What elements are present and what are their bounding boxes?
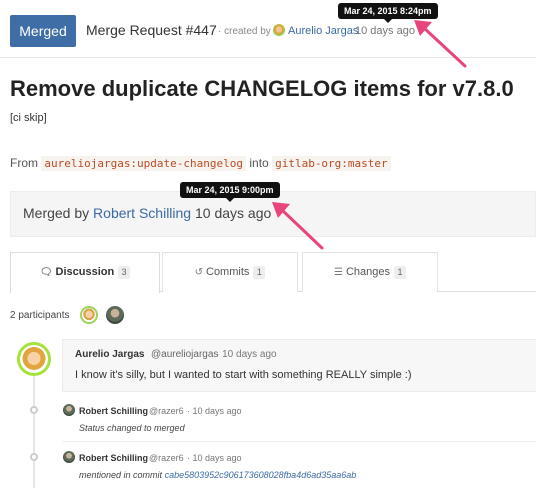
system-note-avatar[interactable] bbox=[63, 404, 75, 416]
note-author-avatar[interactable] bbox=[17, 342, 51, 376]
branch-info: From aureliojargas:update-changelog into… bbox=[10, 156, 391, 171]
system-note-avatar[interactable] bbox=[63, 451, 75, 463]
participant-avatar-aurelio[interactable] bbox=[80, 306, 98, 324]
author-avatar[interactable] bbox=[273, 24, 285, 36]
target-branch: gitlab-org:master bbox=[272, 156, 391, 171]
note-body: I know it's silly, but I wanted to start… bbox=[75, 369, 412, 381]
created-by-label: · created by bbox=[218, 26, 271, 37]
merged-status-text: Merged by Robert Schilling 10 days ago bbox=[23, 205, 271, 221]
system-note-author[interactable]: Robert Schilling bbox=[79, 453, 148, 463]
source-branch: aureliojargas:update-changelog bbox=[41, 156, 247, 171]
system-note-handle[interactable]: @razer6 bbox=[149, 406, 184, 416]
list-icon: ☰ bbox=[333, 267, 343, 278]
comments-icon: 🗨 bbox=[39, 267, 53, 278]
tab-discussion-label: Discussion bbox=[55, 266, 115, 278]
timeline-dot bbox=[30, 406, 38, 414]
system-note-text: Status changed to merged bbox=[79, 423, 185, 433]
tab-changes-label: Changes bbox=[345, 266, 390, 278]
system-note-handle[interactable]: @razer6 bbox=[149, 453, 184, 463]
participants-label: 2 participants bbox=[10, 310, 70, 321]
commit-link[interactable]: cabe5803952c906173608028fba4d6ad35aa6ab bbox=[165, 470, 357, 480]
timeline-line bbox=[33, 370, 35, 488]
merged-by-label: Merged by bbox=[23, 205, 90, 221]
system-note-time[interactable]: · 10 days ago bbox=[187, 453, 242, 463]
note-author[interactable]: Aurelio Jargas bbox=[75, 349, 144, 360]
mr-description: [ci skip] bbox=[10, 112, 47, 124]
author-link[interactable]: Aurelio Jargas bbox=[288, 25, 358, 37]
note-author-handle[interactable]: @aureliojargas bbox=[151, 349, 218, 360]
system-note-divider bbox=[62, 441, 536, 442]
history-icon: ↺ bbox=[194, 267, 203, 278]
system-note-text: mentioned in commit cabe5803952c90617360… bbox=[79, 470, 356, 480]
tab-commits[interactable]: ↺ Commits 1 bbox=[162, 252, 298, 292]
created-time[interactable]: 10 days ago bbox=[355, 25, 415, 37]
mr-tabs: 🗨 Discussion 3 ↺ Commits 1 ☰ Changes 1 bbox=[10, 252, 536, 293]
created-time-tooltip: Mar 24, 2015 8:24pm bbox=[338, 3, 438, 23]
from-label: From bbox=[10, 156, 38, 170]
merge-request-reference: Merge Request #447 bbox=[86, 22, 217, 38]
into-label: into bbox=[249, 156, 269, 170]
participant-avatar-robert[interactable] bbox=[106, 306, 124, 324]
merger-link[interactable]: Robert Schilling bbox=[93, 205, 191, 221]
merged-state-badge: Merged bbox=[10, 15, 76, 47]
tab-discussion[interactable]: 🗨 Discussion 3 bbox=[10, 252, 160, 293]
system-note-time[interactable]: · 10 days ago bbox=[187, 406, 242, 416]
comment-note: Aurelio Jargas @aureliojargas · 10 days … bbox=[62, 339, 536, 392]
note-time[interactable]: · 10 days ago bbox=[216, 349, 277, 360]
tab-commits-count: 1 bbox=[253, 266, 266, 279]
merged-time-tooltip: Mar 24, 2015 9:00pm bbox=[180, 182, 280, 202]
timeline-dot bbox=[30, 453, 38, 461]
tab-changes-count: 1 bbox=[394, 266, 406, 279]
mention-label: mentioned in commit bbox=[79, 470, 163, 480]
merged-time[interactable]: 10 days ago bbox=[195, 205, 271, 221]
mr-header: Merged Merge Request #447 · created by A… bbox=[0, 0, 536, 58]
tab-commits-label: Commits bbox=[206, 266, 250, 278]
mr-title: Remove duplicate CHANGELOG items for v7.… bbox=[10, 76, 514, 101]
tab-discussion-count: 3 bbox=[118, 266, 131, 279]
tab-changes[interactable]: ☰ Changes 1 bbox=[302, 252, 438, 292]
system-note-author[interactable]: Robert Schilling bbox=[79, 406, 148, 416]
